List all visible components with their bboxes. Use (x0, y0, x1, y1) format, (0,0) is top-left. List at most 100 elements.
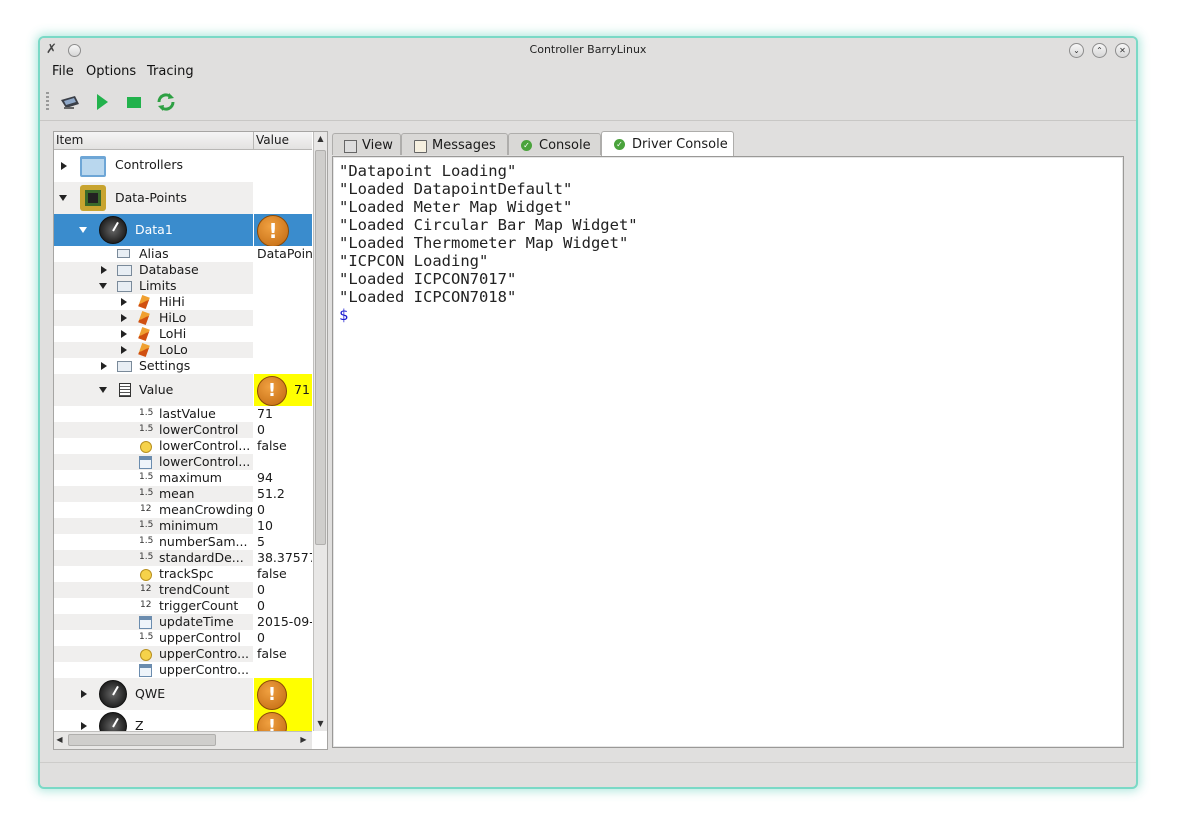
tree-row-mean[interactable]: 1.5 mean 51.2 (54, 486, 312, 502)
tree-row-hilo[interactable]: HiLo (54, 310, 312, 326)
tree-row-data-points[interactable]: Data-Points (54, 182, 312, 214)
pencil-icon (138, 326, 150, 342)
header-item[interactable]: Item (56, 133, 83, 147)
tree-row-qwe[interactable]: QWE ! (54, 678, 312, 710)
tree-row-updatetime[interactable]: updateTime 2015-09- (54, 614, 312, 630)
tree-row-z[interactable]: Z ! (54, 710, 312, 731)
tree-row-maximum[interactable]: 1.5 maximum 94 (54, 470, 312, 486)
tree-row-hihi[interactable]: HiHi (54, 294, 312, 310)
tree-row-label: lowerControl (159, 422, 239, 437)
scroll-up-icon[interactable]: ▲ (315, 132, 326, 146)
tab-messages[interactable]: Messages (401, 133, 508, 155)
scroll-thumb[interactable] (315, 150, 326, 545)
tree-row-value: 0 (257, 598, 265, 613)
tree-row-label: meanCrowding (159, 502, 253, 517)
tab-bar: View Messages ✓ Console ✓ Driver Console (332, 131, 1132, 156)
window-title: Controller BarryLinux (529, 43, 647, 56)
tree-row-database[interactable]: Database (54, 262, 312, 278)
tree-row-uppercontrol-date[interactable]: upperContro... (54, 662, 312, 678)
expand-arrow-icon[interactable] (121, 330, 127, 338)
tree-row-lowercontrol-bool[interactable]: lowerControl... false (54, 438, 312, 454)
console-line: "Loaded Meter Map Widget" (339, 198, 573, 216)
menu-file[interactable]: File (52, 64, 74, 79)
tree-row-label: Settings (139, 358, 191, 373)
tree-row-value: 0 (257, 630, 265, 645)
tree-row-alias[interactable]: Alias DataPoin (54, 246, 312, 262)
header-value[interactable]: Value (256, 133, 289, 147)
maximize-button[interactable]: ⌃ (1092, 43, 1107, 58)
tree-row-value: 94 (257, 470, 273, 485)
tree-row-trackspc[interactable]: trackSpc false (54, 566, 312, 582)
expand-arrow-icon[interactable] (81, 690, 87, 698)
tree-row-lowercontrol[interactable]: 1.5 lowerControl 0 (54, 422, 312, 438)
toolbar-grip[interactable] (46, 92, 49, 112)
minimize-button[interactable]: ⌄ (1069, 43, 1084, 58)
tree-row-controllers[interactable]: Controllers (54, 150, 312, 182)
collapse-arrow-icon[interactable] (59, 195, 67, 201)
tree-row-data1[interactable]: Data1 ! (54, 214, 312, 246)
console-prompt[interactable]: $ (339, 306, 348, 324)
gauge-icon (99, 712, 127, 731)
tree-row-value: 0 (257, 582, 265, 597)
tab-view[interactable]: View (332, 133, 401, 155)
expand-arrow-icon[interactable] (121, 346, 127, 354)
tree-row-meancrowding[interactable]: 12 meanCrowding 0 (54, 502, 312, 518)
expand-arrow-icon[interactable] (121, 314, 127, 322)
tree-row-minimum[interactable]: 1.5 minimum 10 (54, 518, 312, 534)
tree-row-uppercontrol-bool[interactable]: upperContro... false (54, 646, 312, 662)
tree-row-value: 38.37577 (257, 550, 312, 565)
view-icon (344, 140, 357, 153)
limits-icon (117, 281, 132, 292)
tab-console[interactable]: ✓ Console (508, 133, 601, 155)
tree-row-lohi[interactable]: LoHi (54, 326, 312, 342)
collapse-arrow-icon[interactable] (79, 227, 87, 233)
tree-row-label: HiLo (159, 310, 187, 325)
menu-tracing[interactable]: Tracing (147, 64, 194, 79)
tree-row-limits[interactable]: Limits (54, 278, 312, 294)
tree-row-trendcount[interactable]: 12 trendCount 0 (54, 582, 312, 598)
driver-console-output[interactable]: "Datapoint Loading" "Loaded DatapointDef… (332, 156, 1124, 748)
refresh-icon[interactable] (154, 90, 178, 114)
datapoint-tree[interactable]: Item Value Controllers Data-Points Data1… (53, 131, 328, 750)
play-icon[interactable] (90, 90, 114, 114)
connect-icon[interactable] (58, 90, 82, 114)
tree-row-label: LoLo (159, 342, 188, 357)
scroll-thumb[interactable] (68, 734, 216, 746)
tree-row-value[interactable]: Value ! 71 (54, 374, 312, 406)
scroll-right-icon[interactable]: ▶ (298, 733, 309, 747)
float-icon: 1.5 (139, 472, 154, 482)
stop-icon[interactable] (122, 90, 146, 114)
scroll-down-icon[interactable]: ▼ (315, 717, 326, 731)
expand-arrow-icon[interactable] (101, 266, 107, 274)
tree-row-numbersamples[interactable]: 1.5 numberSam... 5 (54, 534, 312, 550)
expand-arrow-icon[interactable] (61, 162, 67, 170)
tree-row-value: false (257, 438, 287, 453)
integer-icon: 12 (140, 584, 152, 594)
check-icon: ✓ (521, 140, 532, 151)
scroll-left-icon[interactable]: ◀ (54, 733, 65, 747)
tree-horizontal-scrollbar[interactable]: ◀ ▶ (54, 731, 312, 749)
collapse-arrow-icon[interactable] (99, 283, 107, 289)
tree-row-lastvalue[interactable]: 1.5 lastValue 71 (54, 406, 312, 422)
tab-driver-console[interactable]: ✓ Driver Console (601, 131, 734, 156)
close-button[interactable]: ✕ (1115, 43, 1130, 58)
tree-row-lolo[interactable]: LoLo (54, 342, 312, 358)
check-icon: ✓ (614, 139, 625, 150)
tree-row-standarddeviation[interactable]: 1.5 standardDe... 38.37577 (54, 550, 312, 566)
expand-arrow-icon[interactable] (121, 298, 127, 306)
tree-row-settings[interactable]: Settings (54, 358, 312, 374)
tree-vertical-scrollbar[interactable]: ▲ ▼ (313, 132, 327, 731)
collapse-arrow-icon[interactable] (99, 387, 107, 393)
calendar-icon (139, 664, 152, 677)
menu-options[interactable]: Options (86, 64, 136, 79)
tree-row-uppercontrol[interactable]: 1.5 upperControl 0 (54, 630, 312, 646)
toolbar (40, 82, 1136, 121)
tree-row-label: Value (139, 382, 174, 397)
expand-arrow-icon[interactable] (101, 362, 107, 370)
tree-row-lowercontrol-date[interactable]: lowerControl... (54, 454, 312, 470)
expand-arrow-icon[interactable] (81, 722, 87, 730)
tab-label: Console (539, 138, 591, 153)
tree-row-triggercount[interactable]: 12 triggerCount 0 (54, 598, 312, 614)
tree-row-label: maximum (159, 470, 222, 485)
tree-header: Item Value (54, 132, 312, 150)
